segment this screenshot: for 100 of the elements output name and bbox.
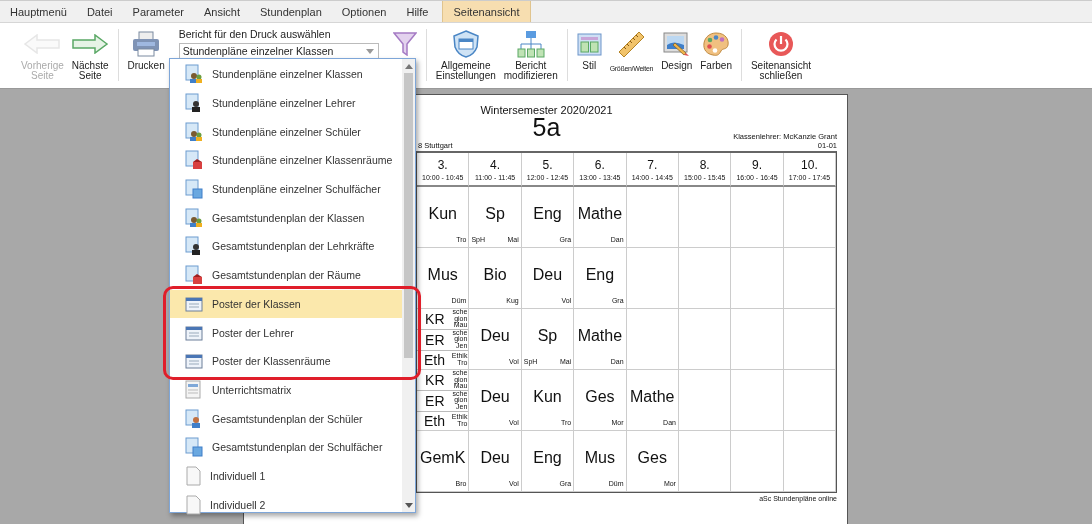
schedule-icon — [185, 179, 203, 200]
scroll-down-icon — [404, 502, 413, 508]
period-number: 5. — [542, 157, 553, 172]
timetable-cell — [678, 309, 732, 370]
calendar-icon — [185, 295, 203, 312]
semester-title: Wintersemester 2020/2021 — [480, 104, 613, 116]
period-number: 6. — [594, 157, 605, 172]
ruler-icon — [617, 30, 646, 58]
report-option[interactable]: Poster der Klassenräume — [170, 346, 402, 376]
shield-icon — [452, 30, 479, 58]
subject-text: KR — [424, 371, 446, 388]
schedule-icon — [185, 265, 203, 286]
subject-text: Eng — [532, 203, 563, 224]
timetable-cell — [731, 370, 784, 431]
filter-icon — [392, 32, 417, 56]
subject-text: Deu — [479, 325, 511, 346]
report-option[interactable]: Gesamtstundenplan der Klassen — [170, 203, 402, 233]
subject-text: Sp — [484, 203, 506, 224]
report-option[interactable]: Individuell 2 — [170, 490, 402, 519]
subject-text: ER — [424, 392, 446, 409]
subject-text: Eng — [532, 447, 563, 468]
toolbar-button[interactable]: Bericht modifizieren — [499, 29, 562, 80]
timetable-cell — [783, 248, 837, 309]
subject-text: ER — [424, 331, 446, 348]
toolbar-button[interactable]: Allgemeine Einstellungen — [431, 29, 500, 80]
toolbar-button[interactable]: Farben — [696, 29, 736, 71]
subject-text: Mathe — [629, 386, 676, 407]
report-label: Bericht für den Druck auswählen — [178, 28, 332, 40]
toolbar-button[interactable]: Drucken — [123, 29, 169, 71]
report-option[interactable]: Stundenpläne einzelner Lehrer — [170, 88, 402, 118]
subject-text: KR — [424, 310, 446, 327]
report-option[interactable]: Individuell 1 — [170, 461, 402, 491]
schedule-icon — [185, 64, 203, 85]
menu-tab[interactable]: Parameter — [122, 1, 194, 22]
subject-text: Eng — [584, 264, 616, 285]
subject-text: Eth — [422, 351, 446, 368]
timetable-cell — [783, 431, 837, 492]
subject-text: Deu — [479, 386, 511, 407]
schedule-icon — [185, 437, 203, 458]
picture-pencil-icon — [663, 31, 691, 57]
right-arrow-icon — [72, 34, 109, 54]
subject-text: Mathe — [576, 203, 624, 224]
subject-text: Mus — [426, 264, 459, 285]
period-number: 3. — [437, 157, 448, 172]
subject-text: Sp — [536, 325, 559, 346]
timetable-cell — [783, 370, 837, 431]
class-title: 5a — [532, 116, 561, 138]
toolbar-button[interactable]: Nächste Seite — [67, 29, 113, 80]
subject-text: Mus — [583, 447, 616, 468]
timetable-cell — [731, 431, 784, 492]
menu-tab[interactable]: Hilfe — [396, 1, 439, 22]
report-option[interactable]: Stundenpläne einzelner Klassenräume — [170, 146, 402, 175]
printer-icon — [132, 31, 161, 57]
period-number: 4. — [490, 157, 501, 172]
layout-icon — [576, 32, 602, 56]
report-option[interactable]: Unterrichtsmatrix — [170, 375, 402, 405]
schedule-icon — [185, 207, 203, 228]
hierarchy-icon — [516, 30, 545, 58]
calendar-icon — [185, 324, 203, 341]
menu-tab[interactable]: Ansicht — [193, 1, 250, 22]
table-icon — [185, 379, 203, 400]
menu-tab[interactable]: Datei — [76, 1, 123, 22]
report-option[interactable]: Gesamtstundenplan der Schulfächer — [170, 432, 402, 462]
timetable-cell — [731, 309, 784, 370]
menu-tab[interactable]: Seitenansicht — [442, 1, 531, 22]
subject-text: Deu — [531, 264, 564, 285]
report-option[interactable]: Gesamtstundenplan der Lehrkräfte — [170, 232, 402, 261]
menu-tab[interactable]: Optionen — [331, 1, 397, 22]
subject-text: Kun — [532, 386, 563, 407]
report-option[interactable]: Gesamtstundenplan der Schüler — [170, 404, 402, 433]
period-number: 9. — [752, 157, 763, 172]
subject-text: Deu — [479, 447, 511, 468]
report-option[interactable]: Stundenpläne einzelner Klassen — [170, 60, 402, 89]
toolbar-button[interactable]: Seitenansicht schließen — [746, 29, 815, 80]
menu-tab[interactable]: Hauptmenü — [0, 1, 77, 22]
subject-text: Mathe — [576, 325, 624, 346]
schedule-icon — [185, 236, 203, 257]
subject-text: GemK — [419, 447, 467, 468]
left-arrow-icon — [24, 34, 61, 54]
scrollbar-thumb[interactable] — [404, 73, 413, 358]
palette-icon — [702, 31, 731, 57]
period-number: 7. — [647, 157, 658, 172]
report-option[interactable]: Poster der Lehrer — [170, 318, 402, 347]
report-option[interactable]: Stundenpläne einzelner Schüler — [170, 117, 402, 147]
toolbar-button[interactable]: Stil — [572, 29, 606, 71]
schedule-icon — [185, 408, 203, 429]
period-number: 8. — [699, 157, 710, 172]
subject-text: Ges — [636, 447, 668, 468]
period-number: 10. — [801, 157, 818, 172]
page-icon — [185, 465, 201, 486]
subject-text: Bio — [482, 264, 508, 285]
report-option[interactable]: Gesamtstundenplan der Räume — [170, 260, 402, 290]
report-option[interactable]: Poster der Klassen — [170, 289, 402, 319]
subject-text: Ges — [584, 386, 616, 407]
report-option[interactable]: Stundenpläne einzelner Schulfächer — [170, 174, 402, 204]
toolbar-button[interactable]: Design — [657, 29, 697, 71]
schedule-icon — [185, 93, 203, 114]
menu-tab[interactable]: Stundenplan — [250, 1, 332, 22]
schedule-icon — [185, 121, 203, 142]
timetable-cell — [731, 248, 784, 309]
